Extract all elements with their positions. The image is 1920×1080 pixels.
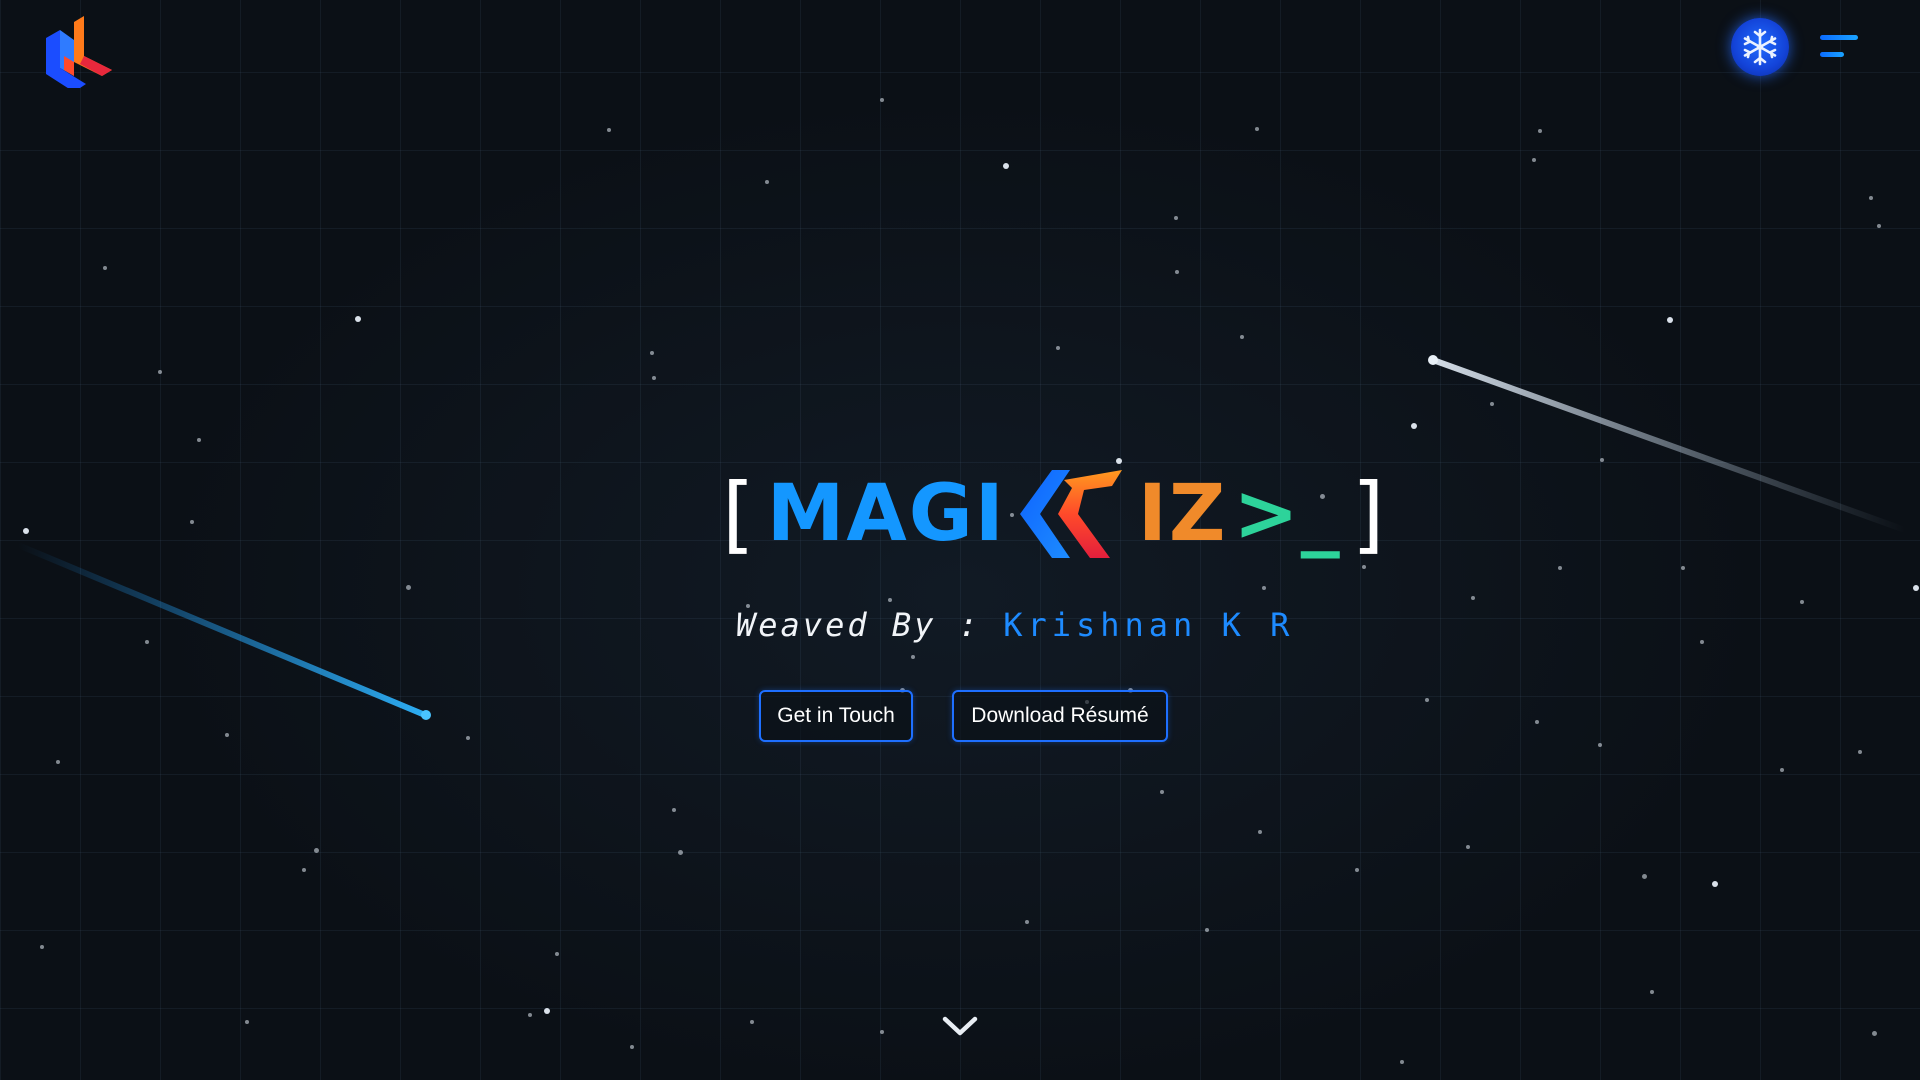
title-part-iz: IZ: [1137, 469, 1228, 559]
star: [225, 733, 229, 737]
star: [650, 351, 654, 355]
star: [1056, 346, 1060, 350]
site-title: [ MAGI IZ > _]: [722, 465, 1387, 563]
star: [880, 98, 884, 102]
author-byline: Weaved By : Krishnan K R: [736, 606, 1294, 644]
star: [1025, 920, 1029, 924]
star: [1869, 196, 1873, 200]
star: [1538, 129, 1542, 133]
star: [40, 945, 44, 949]
star: [23, 528, 29, 534]
star: [302, 868, 306, 872]
star: [528, 1013, 532, 1017]
star: [1681, 566, 1685, 570]
star: [1650, 990, 1654, 994]
star: [1800, 600, 1804, 604]
star: [1913, 585, 1919, 591]
star: [355, 316, 361, 322]
star: [1262, 586, 1266, 590]
star: [1003, 163, 1009, 169]
star: [245, 1020, 249, 1024]
star: [544, 1008, 550, 1014]
snowflake-icon: [1743, 28, 1777, 66]
star: [1858, 750, 1862, 754]
portfolio-landing-page: [ MAGI IZ > _] Weaved By: Krishnan K R…: [0, 0, 1920, 1080]
star: [1205, 928, 1209, 932]
star: [1700, 640, 1704, 644]
star: [1425, 698, 1429, 702]
star: [1255, 127, 1259, 131]
star: [1535, 720, 1539, 724]
theme-toggle-button[interactable]: [1731, 18, 1789, 76]
star: [911, 655, 915, 659]
star: [1872, 1031, 1877, 1036]
menu-line-bottom: [1820, 52, 1844, 57]
star: [197, 438, 201, 442]
star: [1466, 845, 1470, 849]
title-k-mark-icon: [1012, 466, 1132, 562]
star: [888, 598, 892, 602]
star: [1258, 830, 1262, 834]
star: [1160, 790, 1164, 794]
star: [190, 520, 194, 524]
get-in-touch-button[interactable]: Get in Touch: [759, 690, 913, 742]
byline-prefix: Weaved By :: [736, 606, 1004, 644]
star: [607, 128, 611, 132]
star: [1355, 868, 1359, 872]
star: [1174, 216, 1178, 220]
star: [56, 760, 60, 764]
title-underscore: _: [1300, 469, 1342, 559]
star: [765, 180, 769, 184]
star: [880, 1030, 884, 1034]
star: [1362, 565, 1366, 569]
star: [1667, 317, 1673, 323]
star: [1598, 743, 1602, 747]
star: [555, 952, 559, 956]
star: [1471, 596, 1475, 600]
star: [1780, 768, 1784, 772]
star: [630, 1045, 634, 1049]
star: [672, 808, 676, 812]
star: [678, 850, 683, 855]
title-caret: >: [1233, 469, 1301, 559]
brand-logo-icon[interactable]: [40, 12, 116, 92]
star: [1240, 335, 1244, 339]
star: [750, 1020, 754, 1024]
star: [406, 585, 411, 590]
star: [1712, 881, 1718, 887]
title-close-bracket: ]: [1351, 465, 1387, 563]
author-name: Krishnan K R: [1003, 606, 1295, 644]
star: [1558, 566, 1562, 570]
title-open-bracket: [: [722, 465, 757, 563]
hamburger-menu-icon[interactable]: [1818, 30, 1862, 66]
download-resume-button[interactable]: Download Résumé: [952, 690, 1168, 742]
star: [1490, 402, 1494, 406]
star: [652, 376, 656, 380]
star: [103, 266, 107, 270]
star: [1411, 423, 1417, 429]
star: [1600, 458, 1604, 462]
star: [1400, 1060, 1404, 1064]
star: [1532, 158, 1536, 162]
star: [1116, 458, 1122, 464]
star: [314, 848, 319, 853]
star: [1175, 270, 1179, 274]
star: [1642, 874, 1647, 879]
star: [145, 640, 149, 644]
title-part-magi: MAGI: [766, 469, 1006, 559]
star: [158, 370, 162, 374]
star: [1877, 224, 1881, 228]
chevron-down-icon[interactable]: [940, 1012, 980, 1040]
star: [466, 736, 470, 740]
menu-line-top: [1820, 35, 1858, 40]
